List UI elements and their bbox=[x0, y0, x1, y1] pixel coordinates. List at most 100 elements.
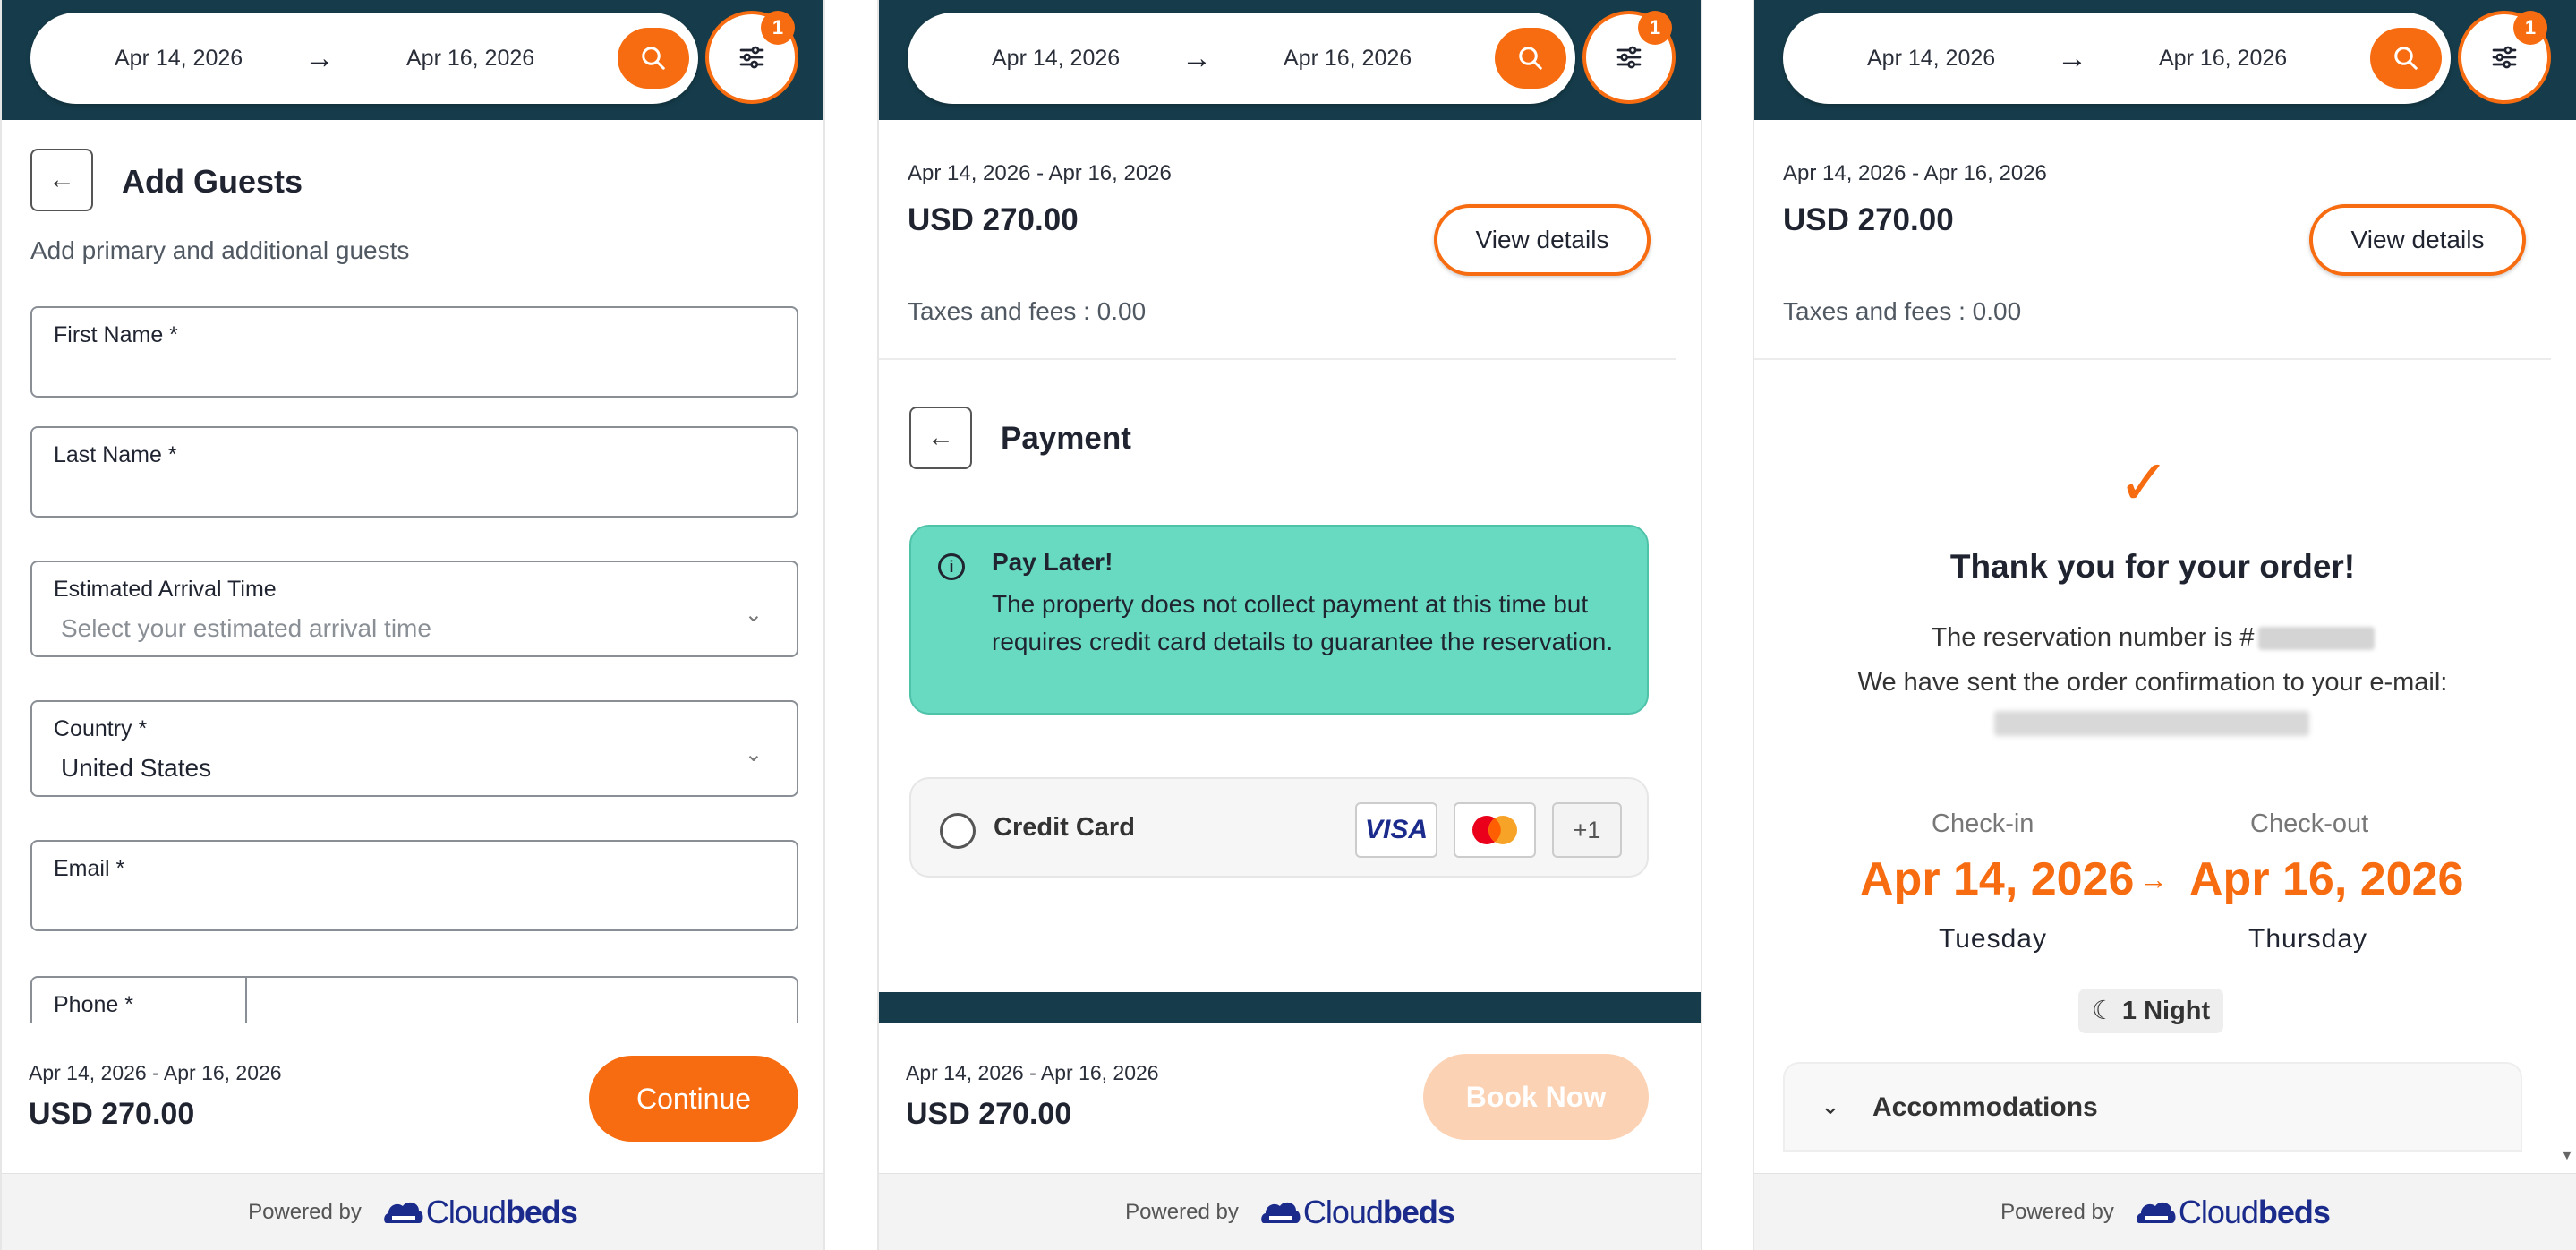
payment-panel: Apr 14, 2026 → Apr 16, 2026 1 Apr 14, 20… bbox=[877, 0, 1702, 1250]
top-bar: Apr 14, 2026 → Apr 16, 2026 1 bbox=[879, 0, 1701, 120]
brand-bold: beds bbox=[1382, 1193, 1455, 1230]
country-label: Country * bbox=[54, 716, 148, 741]
summary-dates: Apr 14, 2026 - Apr 16, 2026 bbox=[908, 161, 1172, 185]
page-title: Add Guests bbox=[122, 163, 303, 200]
checkin-date-large: Apr 14, 2026 bbox=[1860, 853, 2135, 905]
accommodations-accordion[interactable]: ⌄ Accommodations bbox=[1783, 1062, 2522, 1152]
search-icon bbox=[2394, 47, 2418, 70]
footer-dates: Apr 14, 2026 - Apr 16, 2026 bbox=[29, 1061, 282, 1084]
reservation-text: The reservation number is # bbox=[1931, 623, 2255, 652]
filter-count-badge: 1 bbox=[761, 11, 795, 45]
cloudbeds-wordmark: Cloudbeds bbox=[2179, 1193, 2331, 1231]
arrow-right-icon: → bbox=[2057, 41, 2087, 75]
search-button[interactable] bbox=[2370, 28, 2442, 89]
cloudbeds-logo[interactable]: Cloudbeds bbox=[381, 1193, 578, 1231]
page-subtitle: Add primary and additional guests bbox=[30, 236, 410, 264]
filter-count-badge: 1 bbox=[1638, 11, 1672, 45]
cloudbeds-logo[interactable]: Cloudbeds bbox=[2134, 1193, 2331, 1231]
cloudbeds-logo-icon bbox=[1261, 1202, 1301, 1223]
checkout-date[interactable]: Apr 16, 2026 bbox=[406, 13, 534, 104]
sliders-icon bbox=[1616, 46, 1642, 69]
checkin-date[interactable]: Apr 14, 2026 bbox=[1867, 13, 1995, 104]
payment-title: Payment bbox=[1001, 421, 1131, 456]
continue-button[interactable]: Continue bbox=[589, 1056, 798, 1142]
checkmark-icon: ✓ bbox=[2118, 448, 2171, 518]
date-range-picker[interactable]: Apr 14, 2026 → Apr 16, 2026 bbox=[1783, 13, 2451, 104]
taxes-fees: Taxes and fees : 0.00 bbox=[1783, 297, 2022, 325]
country-select[interactable]: Country * United States ⌄ bbox=[30, 700, 798, 797]
arrow-right-icon: → bbox=[304, 41, 335, 75]
email-sent-text: We have sent the order confirmation to y… bbox=[1857, 668, 2448, 697]
brand-bold: beds bbox=[505, 1193, 578, 1230]
nights-count: 1 Night bbox=[2121, 997, 2211, 1025]
powered-by-text: Powered by bbox=[2000, 1199, 2114, 1224]
chevron-down-icon: ⌄ bbox=[744, 742, 763, 766]
accommodations-label: Accommodations bbox=[1872, 1092, 2098, 1122]
arrow-left-icon: ← bbox=[927, 423, 954, 452]
credit-card-radio[interactable] bbox=[940, 813, 976, 849]
taxes-fees: Taxes and fees : 0.00 bbox=[908, 297, 1147, 325]
moon-icon: ☾ bbox=[2091, 997, 2122, 1025]
email-field[interactable]: Email * bbox=[30, 840, 798, 931]
booking-footer: Apr 14, 2026 - Apr 16, 2026 USD 270.00 B… bbox=[879, 1023, 1701, 1173]
brand-light: Cloud bbox=[1302, 1193, 1384, 1230]
redacted-email bbox=[1994, 711, 2309, 736]
powered-by-bar: Powered by Cloudbeds bbox=[879, 1173, 1701, 1250]
top-bar: Apr 14, 2026 → Apr 16, 2026 1 bbox=[2, 0, 823, 120]
first-name-field[interactable]: First Name * bbox=[30, 306, 798, 398]
search-button[interactable] bbox=[1495, 28, 1566, 89]
arrow-left-icon: ← bbox=[48, 165, 75, 194]
search-icon bbox=[642, 47, 665, 70]
last-name-field[interactable]: Last Name * bbox=[30, 426, 798, 518]
chevron-down-icon: ⌄ bbox=[1821, 1092, 1840, 1119]
date-range-picker[interactable]: Apr 14, 2026 → Apr 16, 2026 bbox=[30, 13, 698, 104]
arrival-time-placeholder: Select your estimated arrival time bbox=[61, 614, 431, 642]
divider bbox=[1754, 358, 2551, 360]
arrival-time-label: Estimated Arrival Time bbox=[54, 577, 277, 602]
arrival-time-select[interactable]: Estimated Arrival Time Select your estim… bbox=[30, 561, 798, 657]
credit-card-option[interactable]: Credit Card VISA +1 bbox=[909, 777, 1649, 878]
checkin-date[interactable]: Apr 14, 2026 bbox=[992, 13, 1120, 104]
cloudbeds-logo[interactable]: Cloudbeds bbox=[1258, 1193, 1455, 1231]
powered-by-bar: Powered by Cloudbeds bbox=[2, 1173, 823, 1250]
summary-dates: Apr 14, 2026 - Apr 16, 2026 bbox=[1783, 161, 2047, 185]
checkin-label: Check-in bbox=[1932, 809, 2034, 838]
cloudbeds-wordmark: Cloudbeds bbox=[1302, 1193, 1455, 1231]
view-details-button[interactable]: View details bbox=[1434, 204, 1651, 276]
sliders-icon bbox=[2492, 46, 2517, 69]
brand-bold: beds bbox=[2257, 1193, 2331, 1230]
cloudbeds-logo-icon bbox=[384, 1202, 423, 1223]
book-now-button[interactable]: Book Now bbox=[1423, 1054, 1649, 1140]
checkout-date[interactable]: Apr 16, 2026 bbox=[1284, 13, 1412, 104]
powered-by-bar: Powered by Cloudbeds bbox=[1754, 1173, 2576, 1250]
powered-by-text: Powered by bbox=[1125, 1199, 1239, 1224]
thank-you-title: Thank you for your order! bbox=[1949, 548, 2356, 585]
back-button[interactable]: ← bbox=[909, 407, 972, 469]
credit-card-label: Credit Card bbox=[994, 813, 1135, 842]
checkout-date[interactable]: Apr 16, 2026 bbox=[2159, 13, 2287, 104]
view-details-button[interactable]: View details bbox=[2309, 204, 2526, 276]
footer-price: USD 270.00 bbox=[29, 1097, 195, 1131]
back-button[interactable]: ← bbox=[30, 149, 93, 211]
redacted-reservation-number bbox=[2257, 627, 2375, 651]
cloudbeds-logo-icon bbox=[2137, 1202, 2176, 1223]
checkout-weekday: Thursday bbox=[2248, 924, 2368, 954]
footer-price: USD 270.00 bbox=[906, 1097, 1072, 1131]
checkout-date-large: Apr 16, 2026 bbox=[2189, 853, 2464, 905]
date-range-picker[interactable]: Apr 14, 2026 → Apr 16, 2026 bbox=[908, 13, 1575, 104]
powered-by-text: Powered by bbox=[248, 1199, 362, 1224]
chevron-down-icon: ⌄ bbox=[744, 603, 763, 627]
phone-label: Phone * bbox=[54, 992, 133, 1017]
screen: Apr 14, 2026 → Apr 16, 2026 1 ← Add Gues… bbox=[0, 0, 2576, 1250]
search-button[interactable] bbox=[618, 28, 689, 89]
arrow-right-icon: → bbox=[1181, 41, 1212, 75]
cloudbeds-wordmark: Cloudbeds bbox=[426, 1193, 578, 1231]
scroll-down-icon[interactable]: ▼ bbox=[2560, 1148, 2574, 1164]
filter-count-badge: 1 bbox=[2513, 11, 2547, 45]
visa-icon: VISA bbox=[1355, 802, 1437, 858]
checkin-date[interactable]: Apr 14, 2026 bbox=[115, 13, 243, 104]
first-name-label: First Name * bbox=[54, 322, 178, 347]
nights-badge: ☾ 1 Night bbox=[2078, 989, 2223, 1033]
checkout-label: Check-out bbox=[2250, 809, 2369, 838]
email-label: Email * bbox=[54, 856, 125, 881]
